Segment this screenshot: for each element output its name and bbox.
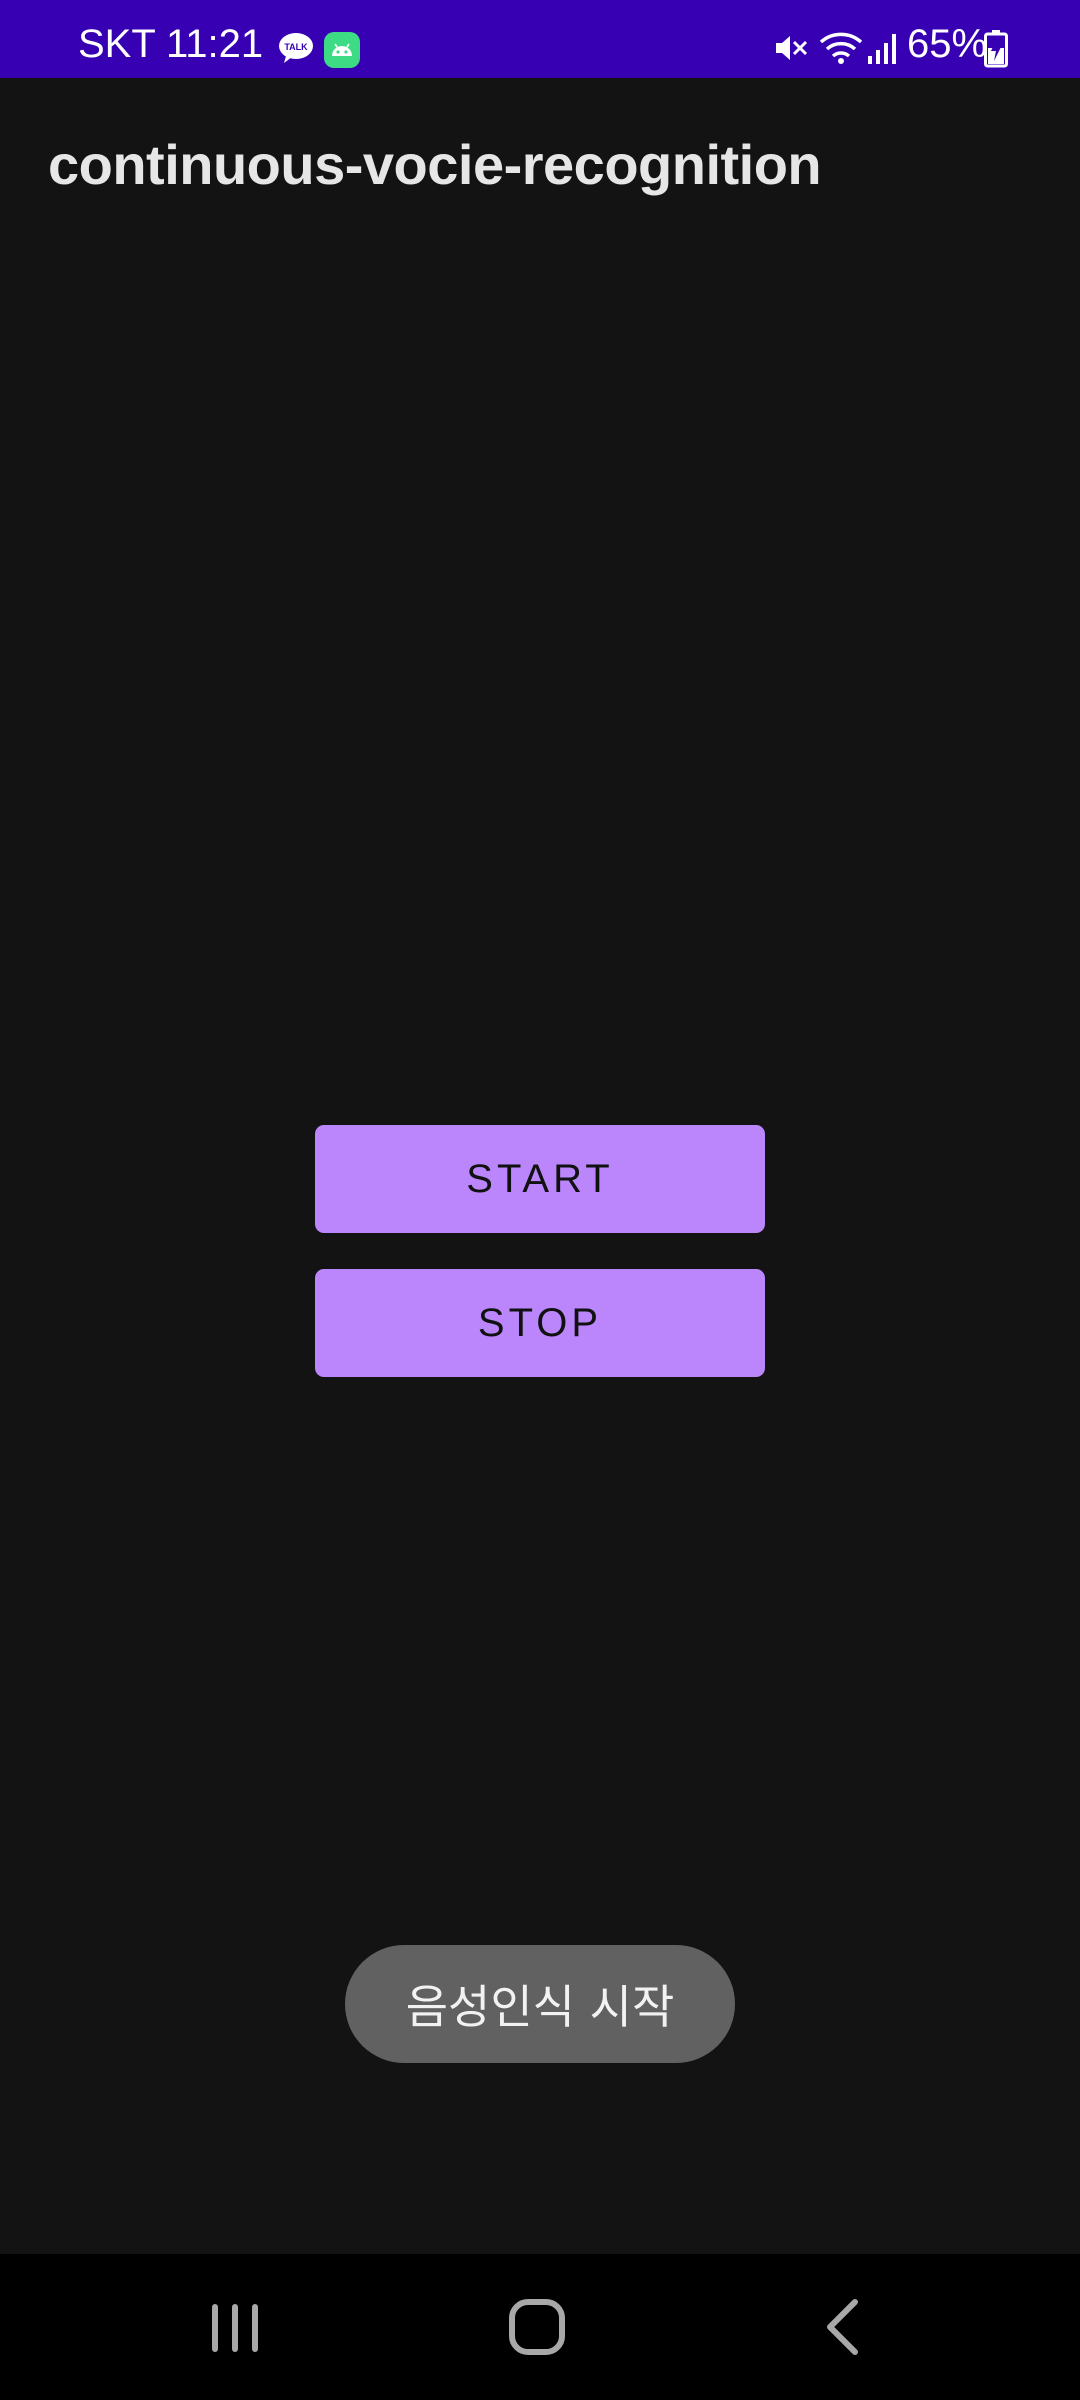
talk-icon: TALK <box>279 33 313 63</box>
toast-message: 음성인식 시작 <box>345 1945 735 2063</box>
battery-percentage: 65% <box>907 22 988 66</box>
recents-icon[interactable] <box>165 2254 305 2400</box>
clock: 11:21 <box>166 22 264 66</box>
navigation-bar <box>0 2254 1080 2400</box>
android-icon <box>324 32 360 68</box>
stop-button[interactable]: STOP <box>315 1269 765 1377</box>
home-icon[interactable] <box>467 2254 607 2400</box>
wifi-icon <box>819 32 863 64</box>
status-bar: SKT 11:21 TALK 65% <box>0 0 1080 78</box>
mute-icon <box>776 36 808 60</box>
back-icon[interactable] <box>770 2254 910 2400</box>
app-title: continuous-vocie-recognition <box>48 133 822 196</box>
start-button[interactable]: START <box>315 1125 765 1233</box>
signal-icon <box>868 34 896 64</box>
battery-charging-icon <box>984 30 1008 68</box>
carrier-label: SKT <box>78 22 156 66</box>
talk-badge-text: TALK <box>284 42 308 52</box>
